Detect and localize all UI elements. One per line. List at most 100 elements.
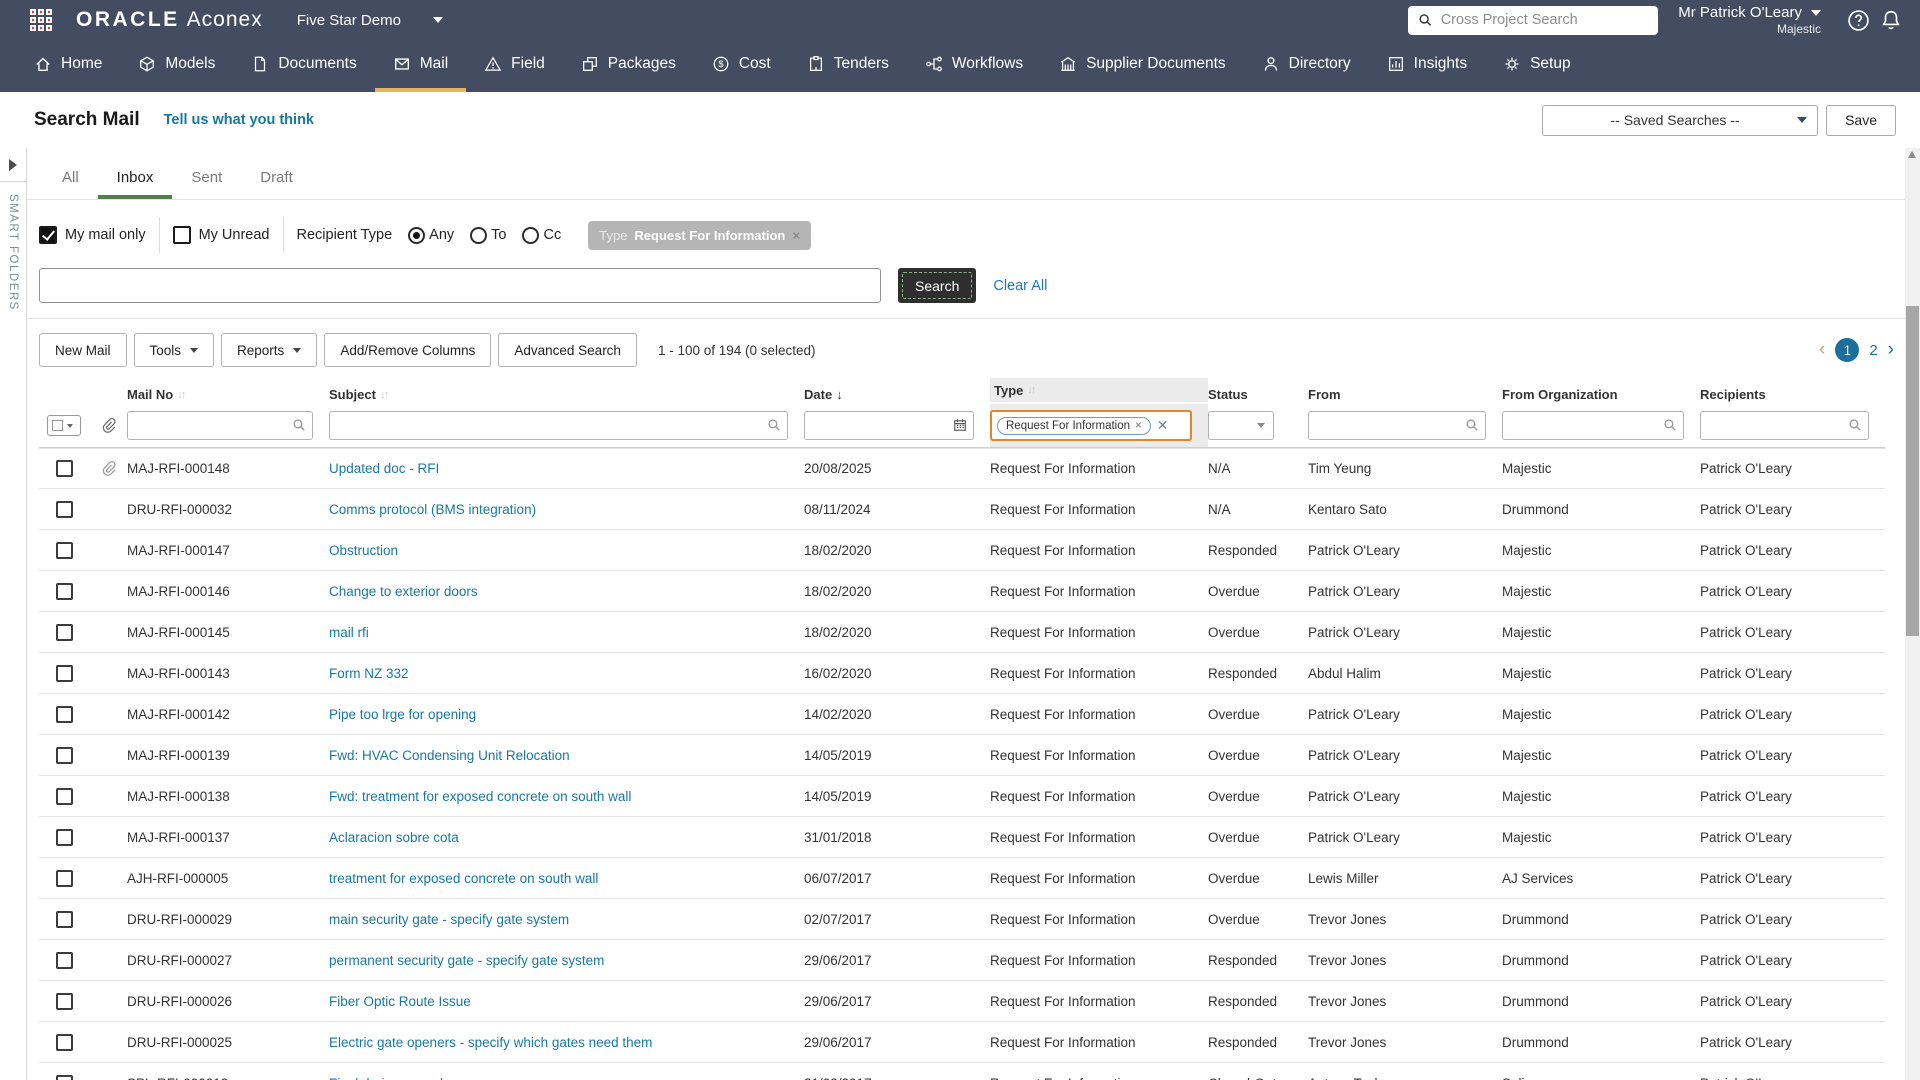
clear-type-filter-icon[interactable]: ✕	[1157, 417, 1169, 434]
column-header-type[interactable]: Type ↓↑	[990, 378, 1208, 402]
clear-all-link[interactable]: Clear All	[993, 278, 1047, 294]
smart-folders-expand-button[interactable]	[0, 148, 26, 182]
recipient-type-any-radio[interactable]: Any	[408, 226, 454, 244]
row-checkbox[interactable]	[55, 951, 73, 969]
subject-link[interactable]: treatment for exposed concrete on south …	[329, 871, 598, 886]
subject-link[interactable]: permanent security gate - specify gate s…	[329, 953, 604, 968]
subject-link[interactable]: Aclaracion sobre cota	[329, 830, 459, 845]
nav-item-packages[interactable]: Packages	[563, 40, 694, 92]
row-checkbox[interactable]	[55, 1033, 73, 1051]
nav-item-directory[interactable]: Directory	[1244, 40, 1369, 92]
add-remove-columns-button[interactable]: Add/Remove Columns	[324, 333, 492, 367]
subject-filter-input[interactable]	[329, 411, 788, 440]
row-checkbox[interactable]	[55, 500, 73, 518]
user-menu[interactable]: Mr Patrick O'Leary Majestic	[1678, 4, 1821, 36]
my-unread-checkbox[interactable]: My Unread	[172, 226, 270, 244]
subject-link[interactable]: Obstruction	[329, 543, 398, 558]
select-all-dropdown[interactable]	[47, 415, 81, 436]
subject-link[interactable]: Final drainage work	[329, 1076, 447, 1080]
page-2-button[interactable]: 2	[1869, 342, 1877, 359]
new-mail-button[interactable]: New Mail	[39, 333, 127, 367]
saved-searches-select[interactable]: -- Saved Searches --	[1542, 104, 1819, 136]
nav-item-workflows[interactable]: Workflows	[907, 40, 1041, 92]
row-checkbox[interactable]	[55, 992, 73, 1010]
row-checkbox[interactable]	[55, 623, 73, 641]
subject-link[interactable]: Fwd: treatment for exposed concrete on s…	[329, 789, 631, 804]
status-filter-select[interactable]	[1208, 411, 1274, 440]
nav-item-documents[interactable]: Documents	[233, 40, 374, 92]
column-header-recipients[interactable]: Recipients	[1700, 387, 1885, 402]
subject-link[interactable]: Updated doc - RFI	[329, 461, 439, 476]
notifications-button[interactable]	[1880, 9, 1902, 31]
cross-project-search[interactable]	[1408, 5, 1659, 35]
recipients-filter-input[interactable]	[1700, 411, 1869, 440]
remove-chip-icon[interactable]: ×	[792, 228, 800, 243]
recipient-type-to-radio[interactable]: To	[470, 226, 506, 244]
nav-item-setup[interactable]: Setup	[1485, 40, 1589, 92]
nav-item-mail[interactable]: Mail	[374, 40, 467, 92]
subject-link[interactable]: Pipe too lrge for opening	[329, 707, 476, 722]
help-button[interactable]	[1847, 9, 1870, 32]
subject-link[interactable]: Fwd: HVAC Condensing Unit Relocation	[329, 748, 570, 763]
scrollbar-thumb[interactable]	[1906, 306, 1919, 636]
date-filter-input[interactable]	[804, 411, 974, 440]
tab-all[interactable]: All	[43, 160, 98, 199]
subject-link[interactable]: Fiber Optic Route Issue	[329, 994, 471, 1009]
recipient-type-cc-radio[interactable]: Cc	[522, 226, 561, 244]
nav-item-supplier-documents[interactable]: Supplier Documents	[1041, 40, 1244, 92]
tools-menu-button[interactable]: Tools	[133, 333, 215, 367]
nav-item-tenders[interactable]: Tenders	[789, 40, 907, 92]
column-header-date[interactable]: Date ↓	[804, 387, 990, 402]
nav-item-models[interactable]: Models	[120, 40, 233, 92]
search-button[interactable]: Search	[898, 268, 977, 303]
type-filter-chip[interactable]: Type Request For Information ×	[588, 220, 811, 250]
reports-menu-button[interactable]: Reports	[221, 333, 318, 367]
previous-page-button[interactable]: ‹	[1819, 339, 1825, 361]
nav-item-home[interactable]: Home	[16, 40, 120, 92]
subject-link[interactable]: Electric gate openers - specify which ga…	[329, 1035, 652, 1050]
from-filter-input[interactable]	[1308, 411, 1486, 440]
cross-project-search-input[interactable]	[1440, 12, 1649, 28]
column-header-from[interactable]: From	[1308, 387, 1502, 402]
project-selector[interactable]: Five Star Demo	[297, 12, 443, 29]
row-checkbox[interactable]	[55, 787, 73, 805]
tab-sent[interactable]: Sent	[172, 160, 241, 199]
type-filter-input[interactable]: Request For Information × ✕	[990, 410, 1192, 441]
advanced-search-button[interactable]: Advanced Search	[498, 333, 637, 367]
row-checkbox[interactable]	[55, 460, 73, 477]
nav-item-cost[interactable]: $ Cost	[694, 40, 789, 92]
remove-pill-icon[interactable]: ×	[1135, 420, 1142, 432]
mail-search-input[interactable]	[39, 268, 881, 303]
subject-link[interactable]: Form NZ 332	[329, 666, 409, 681]
column-header-from-organization[interactable]: From Organization	[1502, 387, 1700, 402]
row-checkbox[interactable]	[55, 746, 73, 764]
column-header-subject[interactable]: Subject ↓↑	[329, 387, 804, 402]
subject-link[interactable]: main security gate - specify gate system	[329, 912, 569, 927]
row-checkbox[interactable]	[55, 910, 73, 928]
row-checkbox[interactable]	[55, 828, 73, 846]
app-launcher-icon[interactable]	[30, 9, 52, 31]
nav-item-insights[interactable]: Insights	[1369, 40, 1485, 92]
row-checkbox[interactable]	[55, 705, 73, 723]
subject-link[interactable]: Change to exterior doors	[329, 584, 478, 599]
subject-link[interactable]: mail rfi	[329, 625, 369, 640]
next-page-button[interactable]: ›	[1888, 339, 1894, 361]
column-header-status[interactable]: Status	[1208, 387, 1308, 402]
row-checkbox[interactable]	[55, 869, 73, 887]
row-checkbox[interactable]	[55, 664, 73, 682]
vertical-scrollbar[interactable]	[1905, 148, 1920, 1080]
tab-draft[interactable]: Draft	[241, 160, 312, 199]
from-organization-filter-input[interactable]	[1502, 411, 1684, 440]
subject-link[interactable]: Comms protocol (BMS integration)	[329, 502, 536, 517]
mail-no-filter-input[interactable]	[127, 411, 313, 440]
tab-inbox[interactable]: Inbox	[97, 160, 173, 199]
row-checkbox[interactable]	[55, 1074, 73, 1080]
nav-item-field[interactable]: Field	[466, 40, 563, 92]
save-search-button[interactable]: Save	[1826, 104, 1896, 136]
row-checkbox[interactable]	[55, 541, 73, 559]
current-page-button[interactable]: 1	[1835, 338, 1860, 362]
row-checkbox[interactable]	[55, 582, 73, 600]
feedback-link[interactable]: Tell us what you think	[164, 112, 314, 128]
column-header-mail-no[interactable]: Mail No ↓↑	[127, 387, 329, 402]
my-mail-only-checkbox[interactable]: My mail only	[39, 226, 146, 244]
